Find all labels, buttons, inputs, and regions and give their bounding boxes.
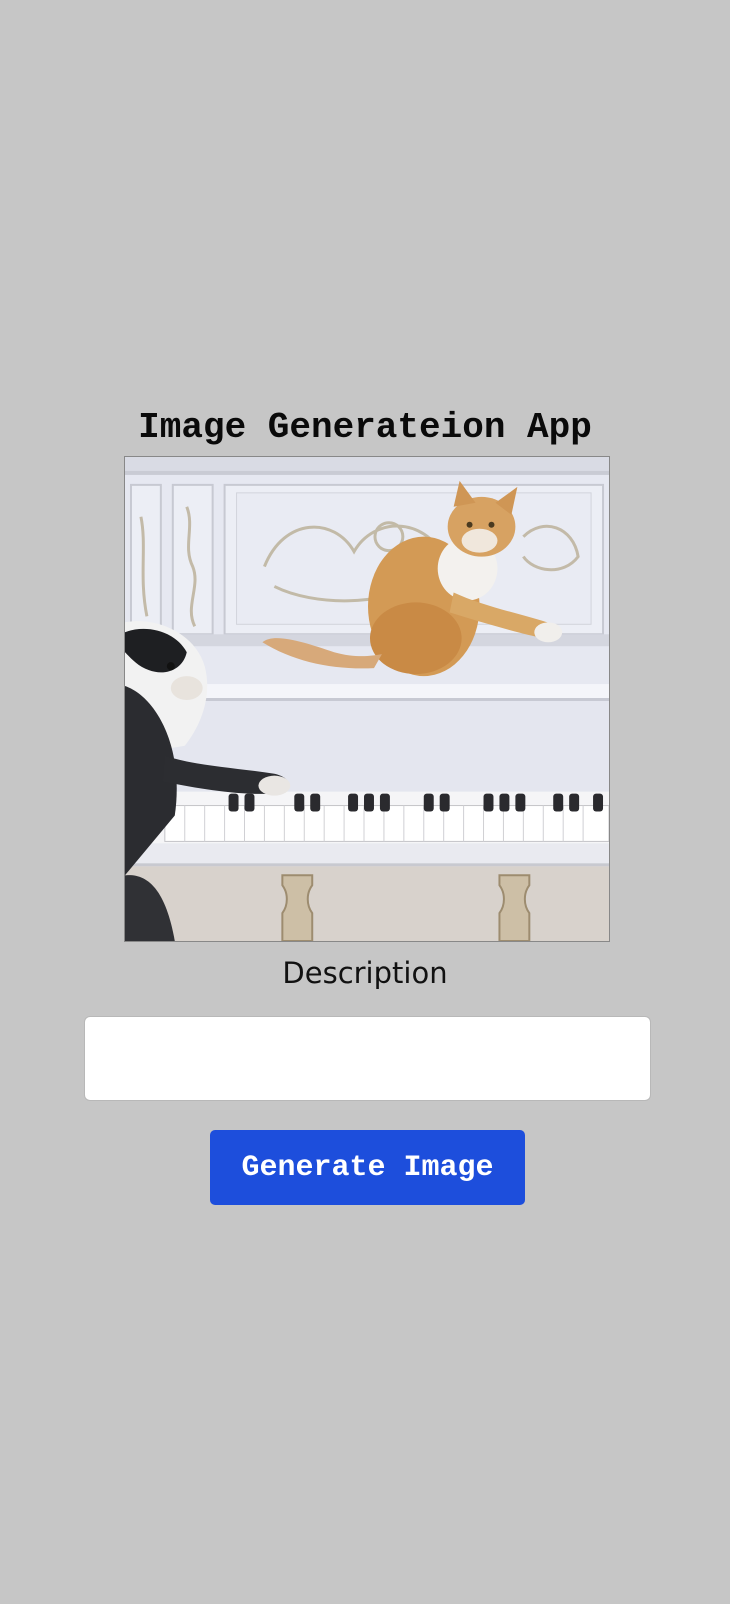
generated-image-illustration	[125, 457, 609, 941]
page-title: Image Generateion App	[138, 407, 592, 448]
description-input[interactable]	[84, 1016, 651, 1101]
app-container: Image Generateion App Description Genera…	[0, 0, 730, 1604]
generate-image-button[interactable]: Generate Image	[210, 1130, 525, 1205]
generated-image	[124, 456, 610, 942]
description-label: Description	[282, 956, 448, 990]
